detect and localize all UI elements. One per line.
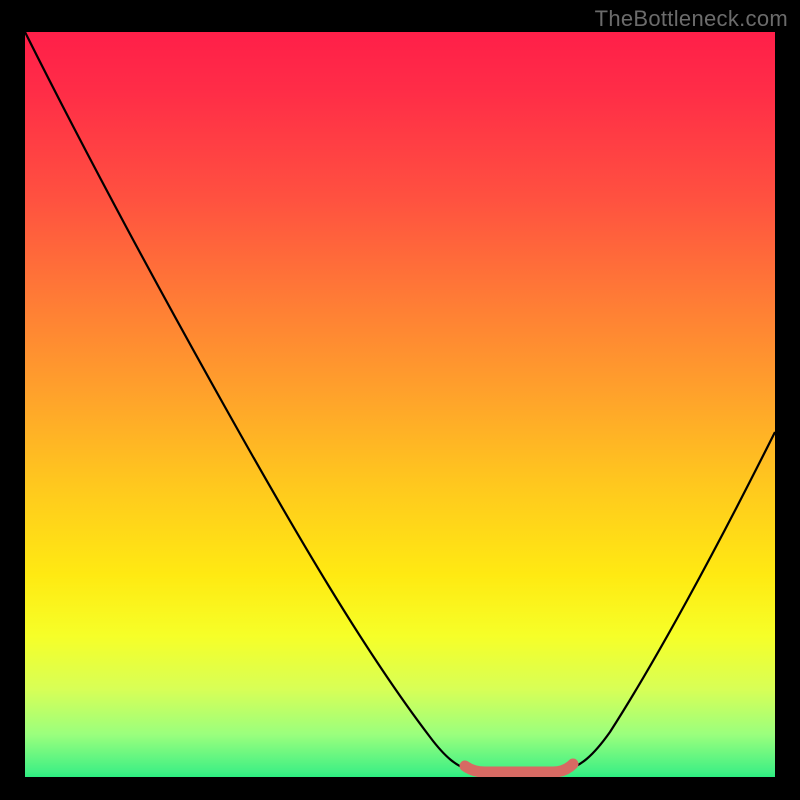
optimal-range-marker [465, 764, 573, 772]
chart-frame: TheBottleneck.com [0, 0, 800, 800]
watermark-text: TheBottleneck.com [595, 6, 788, 32]
curve-layer [25, 32, 775, 777]
bottleneck-curve [25, 32, 775, 770]
plot-area [25, 32, 775, 777]
